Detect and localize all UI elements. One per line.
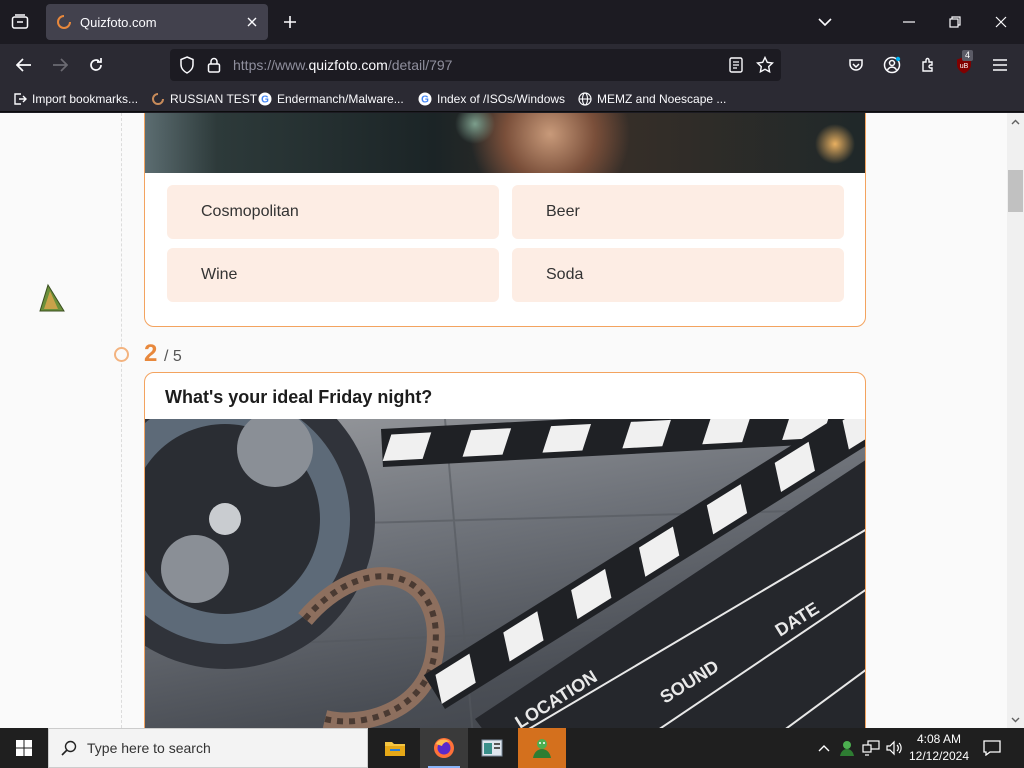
bookmarks-toolbar: Import bookmarks... RUSSIAN TEST G Ender… (0, 86, 1024, 112)
bookmark-endermanch[interactable]: G Endermanch/Malware... (257, 90, 404, 108)
bookmark-isos-windows[interactable]: G Index of /ISOs/Windows (417, 90, 565, 108)
list-all-tabs-button[interactable] (802, 0, 848, 44)
restore-icon (949, 16, 961, 28)
active-tab[interactable]: Quizfoto.com (46, 4, 268, 40)
import-icon (12, 91, 28, 107)
taskbar-file-explorer[interactable] (371, 728, 419, 768)
minimize-icon (903, 21, 915, 23)
start-button[interactable] (0, 728, 48, 768)
url-bar[interactable]: https://www.quizfoto.com/detail/797 (170, 49, 781, 81)
taskbar-app-active[interactable] (518, 728, 566, 768)
clock-time: 4:08 AM (916, 732, 962, 746)
notifications-button[interactable] (982, 738, 1002, 758)
globe-icon (577, 91, 593, 107)
tracking-protection-shield-icon[interactable] (177, 55, 197, 75)
back-arrow-icon (16, 58, 31, 72)
navigation-toolbar: https://www.quizfoto.com/detail/797 uB 4 (0, 44, 1024, 86)
back-button[interactable] (10, 51, 38, 79)
pocket-icon (849, 59, 863, 71)
svg-text:uB: uB (960, 63, 969, 70)
google-icon: G (417, 91, 433, 107)
tab-list-button[interactable] (6, 8, 34, 36)
svg-text:G: G (421, 95, 429, 106)
question-1-photo (145, 113, 865, 173)
taskbar-firefox[interactable] (420, 728, 468, 768)
bookmark-star-icon[interactable] (755, 55, 775, 75)
url-text[interactable]: https://www.quizfoto.com/detail/797 (233, 57, 452, 73)
account-button[interactable] (878, 51, 906, 79)
bookmark-import[interactable]: Import bookmarks... (12, 90, 138, 108)
question-2-title: What's your ideal Friday night? (165, 387, 433, 407)
plus-icon (284, 16, 296, 28)
tab-bar: Quizfoto.com (0, 0, 1024, 44)
green-character-icon (533, 739, 551, 758)
timeline-dot (114, 347, 129, 362)
tab-list-icon (11, 14, 29, 29)
reader-view-icon[interactable] (726, 55, 746, 75)
green-character-tray-icon (840, 741, 854, 756)
answer-option-wine[interactable]: Wine (167, 248, 499, 302)
bookmark-russian-test[interactable]: RUSSIAN TEST (150, 90, 257, 108)
tray-app-icon[interactable] (837, 738, 857, 758)
close-window-button[interactable] (978, 0, 1024, 44)
page-scrollbar[interactable] (1007, 113, 1024, 728)
taskbar-app-window[interactable] (468, 728, 516, 768)
notification-icon (983, 740, 1001, 756)
forward-button[interactable] (46, 51, 74, 79)
volume-icon[interactable] (884, 738, 904, 758)
scroll-down-arrow-icon[interactable] (1007, 711, 1024, 728)
question-2-photo: LOCATION SOUND DATE (145, 419, 865, 728)
site-favicon-icon (150, 91, 166, 107)
timeline-line (121, 113, 122, 728)
folder-icon (385, 742, 405, 756)
page-viewport[interactable]: Cosmopolitan Beer Wine Soda 2 / 5 What's… (0, 113, 1007, 728)
restore-button[interactable] (932, 0, 978, 44)
chevron-up-icon (818, 745, 830, 752)
close-tab-icon[interactable] (240, 10, 264, 34)
app-window-icon (481, 739, 503, 757)
decorative-sprite-icon (39, 283, 65, 312)
reload-icon (90, 58, 102, 71)
question-total: / 5 (164, 348, 182, 365)
firefox-icon (434, 738, 454, 758)
close-icon (995, 16, 1007, 28)
puzzle-icon (922, 57, 933, 72)
forward-arrow-icon (53, 58, 68, 72)
search-icon (61, 740, 77, 756)
extension-badge: 4 (962, 50, 974, 61)
hamburger-menu-icon (993, 59, 1007, 71)
bookmark-memz[interactable]: MEMZ and Noescape ... (577, 90, 726, 108)
question-2-card: What's your ideal Friday night? LOCATION… (144, 372, 866, 728)
svg-text:G: G (261, 95, 269, 106)
clock-date: 12/12/2024 (908, 749, 970, 763)
question-number: 2 (144, 340, 158, 367)
scroll-thumb[interactable] (1008, 170, 1023, 212)
scroll-up-arrow-icon[interactable] (1007, 113, 1024, 130)
network-icon[interactable] (861, 738, 881, 758)
answer-option-cosmopolitan[interactable]: Cosmopolitan (167, 185, 499, 239)
chevron-down-icon (818, 18, 832, 26)
system-clock[interactable]: 4:08 AM 12/12/2024 (904, 731, 974, 765)
site-favicon-icon (57, 15, 71, 29)
minimize-button[interactable] (886, 0, 932, 44)
extensions-button[interactable] (914, 51, 942, 79)
windows-logo-icon (16, 740, 32, 756)
app-menu-button[interactable] (986, 51, 1014, 79)
windows-taskbar: Type here to search 4:08 AM 12/12/2024 (0, 728, 1024, 768)
taskbar-search-box[interactable]: Type here to search (48, 728, 368, 768)
tab-title: Quizfoto.com (80, 14, 157, 30)
pocket-button[interactable] (842, 51, 870, 79)
show-hidden-icons-button[interactable] (814, 738, 834, 758)
search-placeholder: Type here to search (87, 740, 211, 756)
ublock-extension-button[interactable]: uB 4 (950, 50, 978, 79)
lock-icon[interactable] (204, 55, 224, 75)
google-icon: G (257, 91, 273, 107)
film-clapperboard-illustration: LOCATION SOUND DATE (145, 419, 865, 728)
account-icon (883, 56, 901, 74)
question-1-card: Cosmopolitan Beer Wine Soda (144, 113, 866, 327)
new-tab-button[interactable] (276, 8, 304, 36)
answer-option-beer[interactable]: Beer (512, 185, 844, 239)
reload-button[interactable] (82, 51, 110, 79)
answer-option-soda[interactable]: Soda (512, 248, 844, 302)
